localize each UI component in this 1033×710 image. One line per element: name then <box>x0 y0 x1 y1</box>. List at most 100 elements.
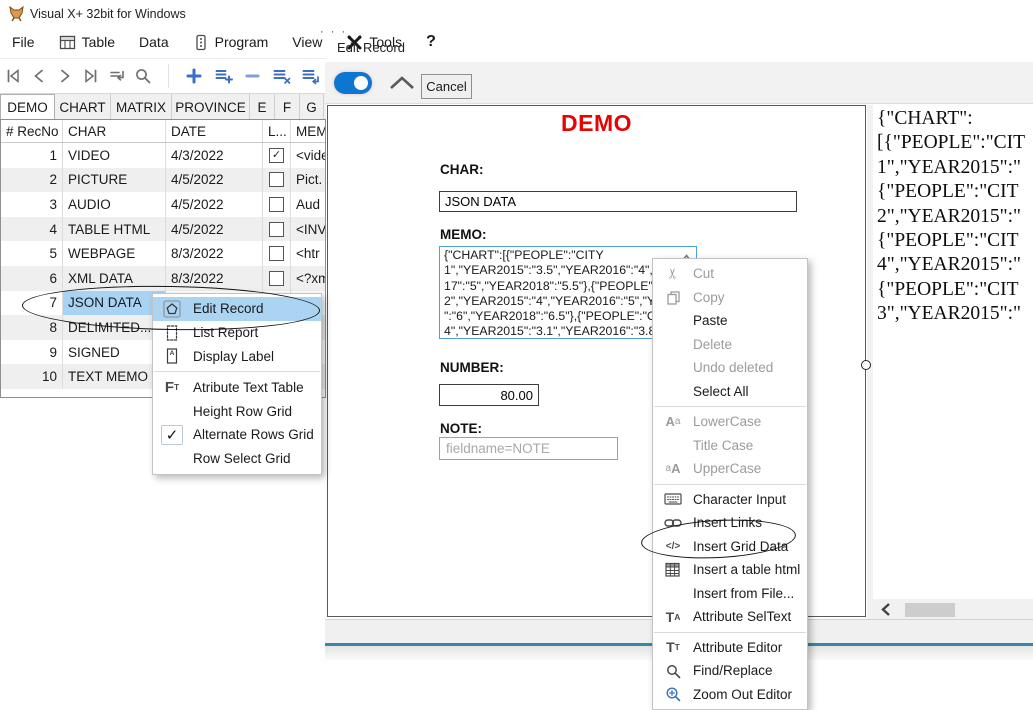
cell-recno[interactable]: 10 <box>1 364 63 389</box>
cell-char[interactable]: WEBPAGE <box>63 241 166 266</box>
tab-demo[interactable]: DEMO <box>0 94 55 120</box>
cell-memo[interactable]: Aud <box>291 192 325 217</box>
tab-chart[interactable]: CHART <box>55 94 111 120</box>
menu-item-cut[interactable]: ✂Cut <box>653 262 807 286</box>
cell-char[interactable]: AUDIO <box>63 192 166 217</box>
cell-memo[interactable]: <htr <box>291 241 325 266</box>
add-record-button[interactable] <box>182 64 206 88</box>
menu-item-uppercase[interactable]: aAUpperCase <box>653 457 807 481</box>
grid-col-char[interactable]: CHAR <box>63 120 166 142</box>
cell-logical[interactable] <box>263 192 291 217</box>
menubar-item-program[interactable]: Program <box>181 30 281 55</box>
grid-row-4[interactable]: 4TABLE HTML4/5/2022 <INV <box>1 217 325 242</box>
menu-overflow-dots[interactable]: · · · <box>320 26 347 38</box>
checkbox-unchecked[interactable] <box>269 246 284 261</box>
cell-recno[interactable]: 3 <box>1 192 63 217</box>
menubar-item-file[interactable]: File <box>0 30 47 54</box>
cell-char[interactable]: PICTURE <box>63 168 166 193</box>
last-record-button[interactable] <box>79 64 103 88</box>
menubar-item-data[interactable]: Data <box>127 30 181 54</box>
splitter-handle[interactable] <box>861 360 871 370</box>
grid-col-date[interactable]: DATE <box>166 120 263 142</box>
next-record-button[interactable] <box>53 64 77 88</box>
menu-item-copy[interactable]: Copy <box>653 286 807 310</box>
menu-item-find-replace[interactable]: Find/Replace <box>653 659 807 683</box>
menu-item-title-case[interactable]: Title Case <box>653 434 807 458</box>
menu-item-display-label[interactable]: ADisplay Label <box>153 345 321 369</box>
cell-recno[interactable]: 1 <box>1 143 63 168</box>
checkbox-unchecked[interactable] <box>269 172 284 187</box>
cell-memo[interactable]: <?xm <box>291 266 325 291</box>
cell-char[interactable]: VIDEO <box>63 143 166 168</box>
cell-recno[interactable]: 9 <box>1 340 63 365</box>
tab-e[interactable]: E <box>250 94 275 120</box>
cell-date[interactable]: 4/5/2022 <box>166 217 263 242</box>
cell-date[interactable]: 4/5/2022 <box>166 192 263 217</box>
cell-logical[interactable] <box>263 266 291 291</box>
goto-record-button[interactable] <box>105 64 129 88</box>
char-input[interactable] <box>439 191 797 212</box>
checkbox-unchecked[interactable] <box>269 197 284 212</box>
grid-col-l[interactable]: L... <box>263 120 291 142</box>
collapse-chevron-icon[interactable] <box>388 75 416 96</box>
cell-logical[interactable] <box>263 241 291 266</box>
cell-char[interactable]: SIGNED <box>63 340 166 365</box>
cell-logical[interactable] <box>263 217 291 242</box>
tab-g[interactable]: G <box>300 94 324 120</box>
menu-item-select-all[interactable]: Select All <box>653 380 807 404</box>
menu-item-zoom-out-editor[interactable]: Zoom Out Editor <box>653 683 807 707</box>
commit-record-button[interactable] <box>298 64 322 88</box>
first-record-button[interactable] <box>1 64 25 88</box>
cell-memo[interactable]: <INV <box>291 217 325 242</box>
menu-item-alternate-rows-grid[interactable]: ✓Alternate Rows Grid <box>153 423 321 447</box>
cell-date[interactable]: 4/3/2022 <box>166 143 263 168</box>
grid-row-2[interactable]: 2PICTURE4/5/2022 Pict. <box>1 168 325 193</box>
grid-row-3[interactable]: 3AUDIO4/5/2022 Aud <box>1 192 325 217</box>
cell-memo[interactable]: Pict. <box>291 168 325 193</box>
cell-date[interactable]: 8/3/2022 <box>166 241 263 266</box>
delete-record-list-button[interactable] <box>269 64 293 88</box>
menu-item-character-input[interactable]: Character Input <box>653 488 807 512</box>
menu-item-insert-a-table-html[interactable]: Insert a table html <box>653 558 807 582</box>
cell-recno[interactable]: 6 <box>1 266 63 291</box>
menu-item-atribute-text-table[interactable]: FTAtribute Text Table <box>153 375 321 399</box>
append-record-button[interactable] <box>211 64 235 88</box>
grid-row-1[interactable]: 1VIDEO4/3/2022 ✓ <vide <box>1 143 325 168</box>
checkbox-unchecked[interactable] <box>269 271 284 286</box>
menu-item-paste[interactable]: Paste <box>653 309 807 333</box>
menu-item-insert-from-file[interactable]: Insert from File... <box>653 582 807 606</box>
cell-memo[interactable]: <vide <box>291 143 325 168</box>
grid-col-mem[interactable]: MEM <box>291 120 325 142</box>
horizontal-scrollbar[interactable] <box>872 599 1033 621</box>
note-input[interactable] <box>439 437 618 460</box>
menu-item-row-select-grid[interactable]: Row Select Grid <box>153 447 321 471</box>
menu-item-attribute-editor[interactable]: TTAttribute Editor <box>653 636 807 660</box>
checkbox-unchecked[interactable] <box>269 222 284 237</box>
cell-recno[interactable]: 2 <box>1 168 63 193</box>
number-input[interactable] <box>439 384 539 406</box>
checkbox-checked[interactable]: ✓ <box>269 148 284 163</box>
menu-item-lowercase[interactable]: AaLowerCase <box>653 410 807 434</box>
cell-recno[interactable]: 4 <box>1 217 63 242</box>
tab-matrix[interactable]: MATRIX <box>111 94 172 120</box>
remove-record-button[interactable] <box>240 64 264 88</box>
menubar-item-[interactable]: ? <box>414 29 448 55</box>
menubar-item-table[interactable]: Table <box>47 30 127 55</box>
grid-col-recno[interactable]: # RecNo <box>1 120 63 142</box>
search-button[interactable] <box>131 64 155 88</box>
tab-province[interactable]: PROVINCE <box>172 94 250 120</box>
cancel-button[interactable]: Cancel <box>421 74 472 99</box>
cell-recno[interactable]: 5 <box>1 241 63 266</box>
previous-record-button[interactable] <box>27 64 51 88</box>
grid-row-5[interactable]: 5WEBPAGE8/3/2022 <htr <box>1 241 325 266</box>
menu-item-delete[interactable]: Delete <box>653 333 807 357</box>
cell-date[interactable]: 4/5/2022 <box>166 168 263 193</box>
menu-item-attribute-seltext[interactable]: TAAttribute SelText <box>653 605 807 629</box>
cell-logical[interactable]: ✓ <box>263 143 291 168</box>
menu-item-undo-deleted[interactable]: Undo deleted <box>653 356 807 380</box>
menu-item-height-row-grid[interactable]: Height Row Grid <box>153 399 321 423</box>
edit-mode-toggle[interactable] <box>334 72 372 94</box>
cell-char[interactable]: TABLE HTML <box>63 217 166 242</box>
tab-f[interactable]: F <box>275 94 300 120</box>
cell-char[interactable]: TEXT MEMO <box>63 364 166 389</box>
